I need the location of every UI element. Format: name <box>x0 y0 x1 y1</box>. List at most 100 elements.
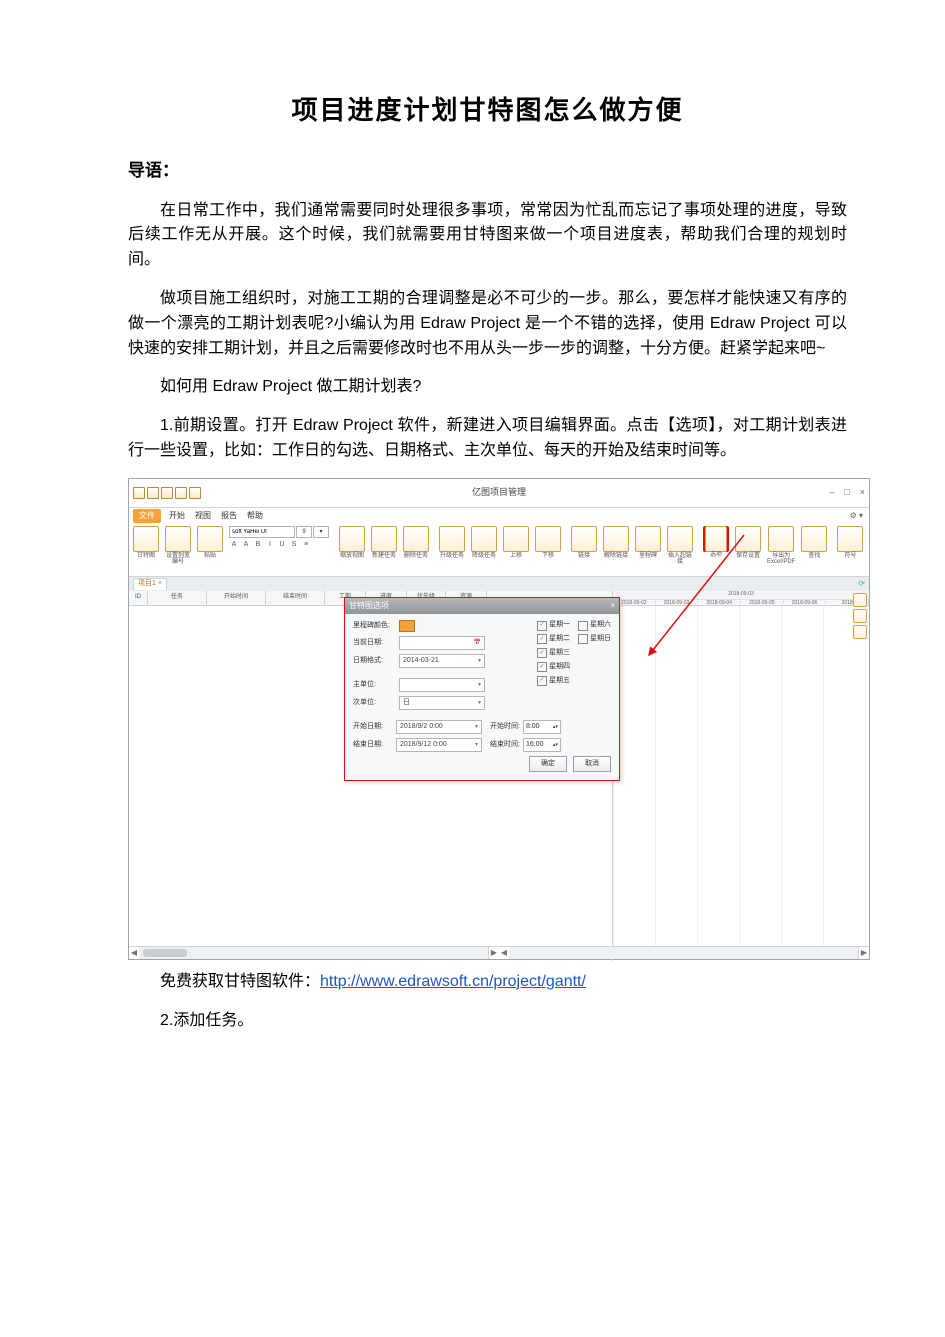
ribbon-find[interactable]: 查找 <box>801 526 827 560</box>
calendar-icon[interactable]: 📅 <box>474 639 481 648</box>
gantt-timeline[interactable]: 2018-09-03 2018-09-02 2018-09-03 2018-09… <box>613 591 869 961</box>
column-name[interactable]: 任务 <box>148 591 207 605</box>
check-fri[interactable]: ✓星期五 <box>537 676 611 687</box>
ribbon-moveup[interactable]: 上移 <box>503 526 529 560</box>
window-title: 亿图项目管理 <box>129 486 869 500</box>
font-size-select[interactable]: 9 <box>296 526 312 538</box>
unlink-icon <box>603 526 629 552</box>
check-sun[interactable]: 星期日 <box>578 634 611 645</box>
finish-time-spinner[interactable]: 16:00 ▴▾ <box>523 738 561 752</box>
strike-icon[interactable]: S <box>289 540 299 551</box>
italic-icon[interactable]: I <box>265 540 275 551</box>
ribbon-symbol[interactable]: 符号 <box>837 526 863 560</box>
movedown-icon <box>535 526 561 552</box>
tab-label: 项目1 <box>138 579 156 590</box>
ribbon-paste[interactable]: 粘贴 <box>197 526 223 560</box>
export-side-icon[interactable] <box>853 625 867 639</box>
menu-help[interactable]: 帮助 <box>247 510 263 522</box>
ribbon-savecfg[interactable]: 保存设置 <box>735 526 761 560</box>
align-icon[interactable]: ≡ <box>301 540 311 551</box>
spinner-arrows[interactable]: ▴▾ <box>553 743 558 748</box>
check-wed[interactable]: ✓星期三 <box>537 648 611 659</box>
savecfg-icon <box>735 526 761 552</box>
font-group: 9 ▾ A A B I U S ≡ <box>229 526 329 551</box>
dialog-close-icon[interactable]: × <box>610 600 615 612</box>
menu-view[interactable]: 视图 <box>195 510 211 522</box>
scroll-left-icon-2[interactable]: ◀ <box>499 947 509 959</box>
paragraph-4: 1.前期设置。打开 Edraw Project 软件，新建进入项目编辑界面。点击… <box>128 414 847 464</box>
ribbon-deltask[interactable]: 删除任务 <box>403 526 429 560</box>
scroll-right-icon-2[interactable]: ▶ <box>859 947 869 959</box>
outdent-icon <box>439 526 465 552</box>
font-dd-icon[interactable]: ▾ <box>313 526 329 538</box>
moveup-icon <box>503 526 529 552</box>
right-toolbar <box>851 591 869 641</box>
ribbon-link[interactable]: 链接 <box>571 526 597 560</box>
paste-icon <box>197 526 223 552</box>
underline-icon[interactable]: U <box>277 540 287 551</box>
main-unit-select[interactable]: ▾ <box>399 678 485 692</box>
color-swatch[interactable] <box>399 620 415 632</box>
ribbon-newtask[interactable]: 新建任务 <box>371 526 397 560</box>
font-size-plus-icon[interactable]: A <box>241 540 251 551</box>
today-date-input[interactable]: 📅 <box>399 636 485 650</box>
ribbon-outdent[interactable]: 升级任务 <box>439 526 465 560</box>
ribbon-hyperlink[interactable]: 插入超链接 <box>667 526 693 566</box>
ribbon-export[interactable]: 导出为Excel/PDF <box>767 526 795 566</box>
label-enddate: 结束日期: <box>353 740 393 751</box>
ribbon-zoom[interactable]: 缩放视图 <box>339 526 365 560</box>
menu-report[interactable]: 报告 <box>221 510 237 522</box>
ribbon-unlink[interactable]: 解除链接 <box>603 526 629 560</box>
expand-icon[interactable] <box>853 593 867 607</box>
scroll-left-icon[interactable]: ◀ <box>129 947 139 959</box>
column-end[interactable]: 结束时间 <box>266 591 325 605</box>
end-date-input[interactable]: 2018/9/12 0:00 ▾ <box>396 738 482 752</box>
begin-time-spinner[interactable]: 8:00 ▴▾ <box>523 720 561 734</box>
dialog-titlebar[interactable]: 甘特图选项 × <box>345 598 619 614</box>
indent-icon <box>471 526 497 552</box>
date-format-select[interactable]: 2014-03-21 ▾ <box>399 654 485 668</box>
ribbon-options-highlight[interactable]: 选项 <box>703 526 729 559</box>
paragraph-2: 做项目施工组织时，对施工工期的合理调整是必不可少的一步。那么，要怎样才能快速又有… <box>128 287 847 361</box>
font-name-select[interactable] <box>229 526 295 538</box>
start-date-input[interactable]: 2018/9/2 0:00 ▾ <box>396 720 482 734</box>
scroll-thumb[interactable] <box>143 949 187 957</box>
check-mon[interactable]: ✓星期一 <box>537 620 570 631</box>
column-start[interactable]: 开始时间 <box>207 591 266 605</box>
check-tue[interactable]: ✓星期二 <box>537 634 570 645</box>
dialog-title: 甘特图选项 <box>349 600 389 612</box>
document-tab-1[interactable]: 项目1 × <box>133 578 167 590</box>
ribbon-gantt[interactable]: 甘特图 <box>133 526 159 560</box>
footer-label: 免费获取甘特图软件： <box>160 973 320 990</box>
reload-icon[interactable]: ⟳ <box>858 578 865 590</box>
options-button-highlight <box>703 526 729 552</box>
horizontal-scrollbar[interactable]: ◀ ▶ ◀ ▶ <box>129 946 869 959</box>
download-link[interactable]: http://www.edrawsoft.cn/project/gantt/ <box>320 973 586 990</box>
ribbon-milestone[interactable]: 里程碑 <box>635 526 661 560</box>
cancel-button[interactable]: 取消 <box>573 756 611 772</box>
hyperlink-icon <box>667 526 693 552</box>
settings-gear-icon[interactable]: ⚙ ▾ <box>850 510 863 522</box>
scroll-track-right[interactable] <box>509 947 859 959</box>
spinner-arrows[interactable]: ▴▾ <box>553 725 558 730</box>
paragraph-1: 在日常工作中，我们通常需要同时处理很多事项，常常因为忙乱而忘记了事项处理的进度，… <box>128 199 847 273</box>
ribbon-colwidth[interactable]: 设置列宽 编号 <box>165 526 191 566</box>
sub-unit-select[interactable]: 日 ▾ <box>399 696 485 710</box>
check-thu[interactable]: ✓星期四 <box>537 662 611 673</box>
file-menu-button[interactable]: 文件 <box>133 509 161 523</box>
bold-icon[interactable]: B <box>253 540 263 551</box>
label-highlight: 里程碑颜色: <box>353 621 399 632</box>
tab-close-icon[interactable]: × <box>158 579 162 590</box>
font-color-icon[interactable]: A <box>229 540 239 551</box>
collapse-icon[interactable] <box>853 609 867 623</box>
ok-button[interactable]: 确定 <box>529 756 567 772</box>
menu-start[interactable]: 开始 <box>169 510 185 522</box>
titlebar: 亿图项目管理 – □ × <box>129 479 869 508</box>
check-sat[interactable]: 星期六 <box>578 620 611 631</box>
scroll-right-icon[interactable]: ▶ <box>489 947 499 959</box>
scroll-track-left[interactable] <box>139 947 489 959</box>
ribbon-indent[interactable]: 降级任务 <box>471 526 497 560</box>
timeline-body[interactable] <box>613 606 869 952</box>
ribbon-movedown[interactable]: 下移 <box>535 526 561 560</box>
column-id[interactable]: ID <box>129 591 148 605</box>
